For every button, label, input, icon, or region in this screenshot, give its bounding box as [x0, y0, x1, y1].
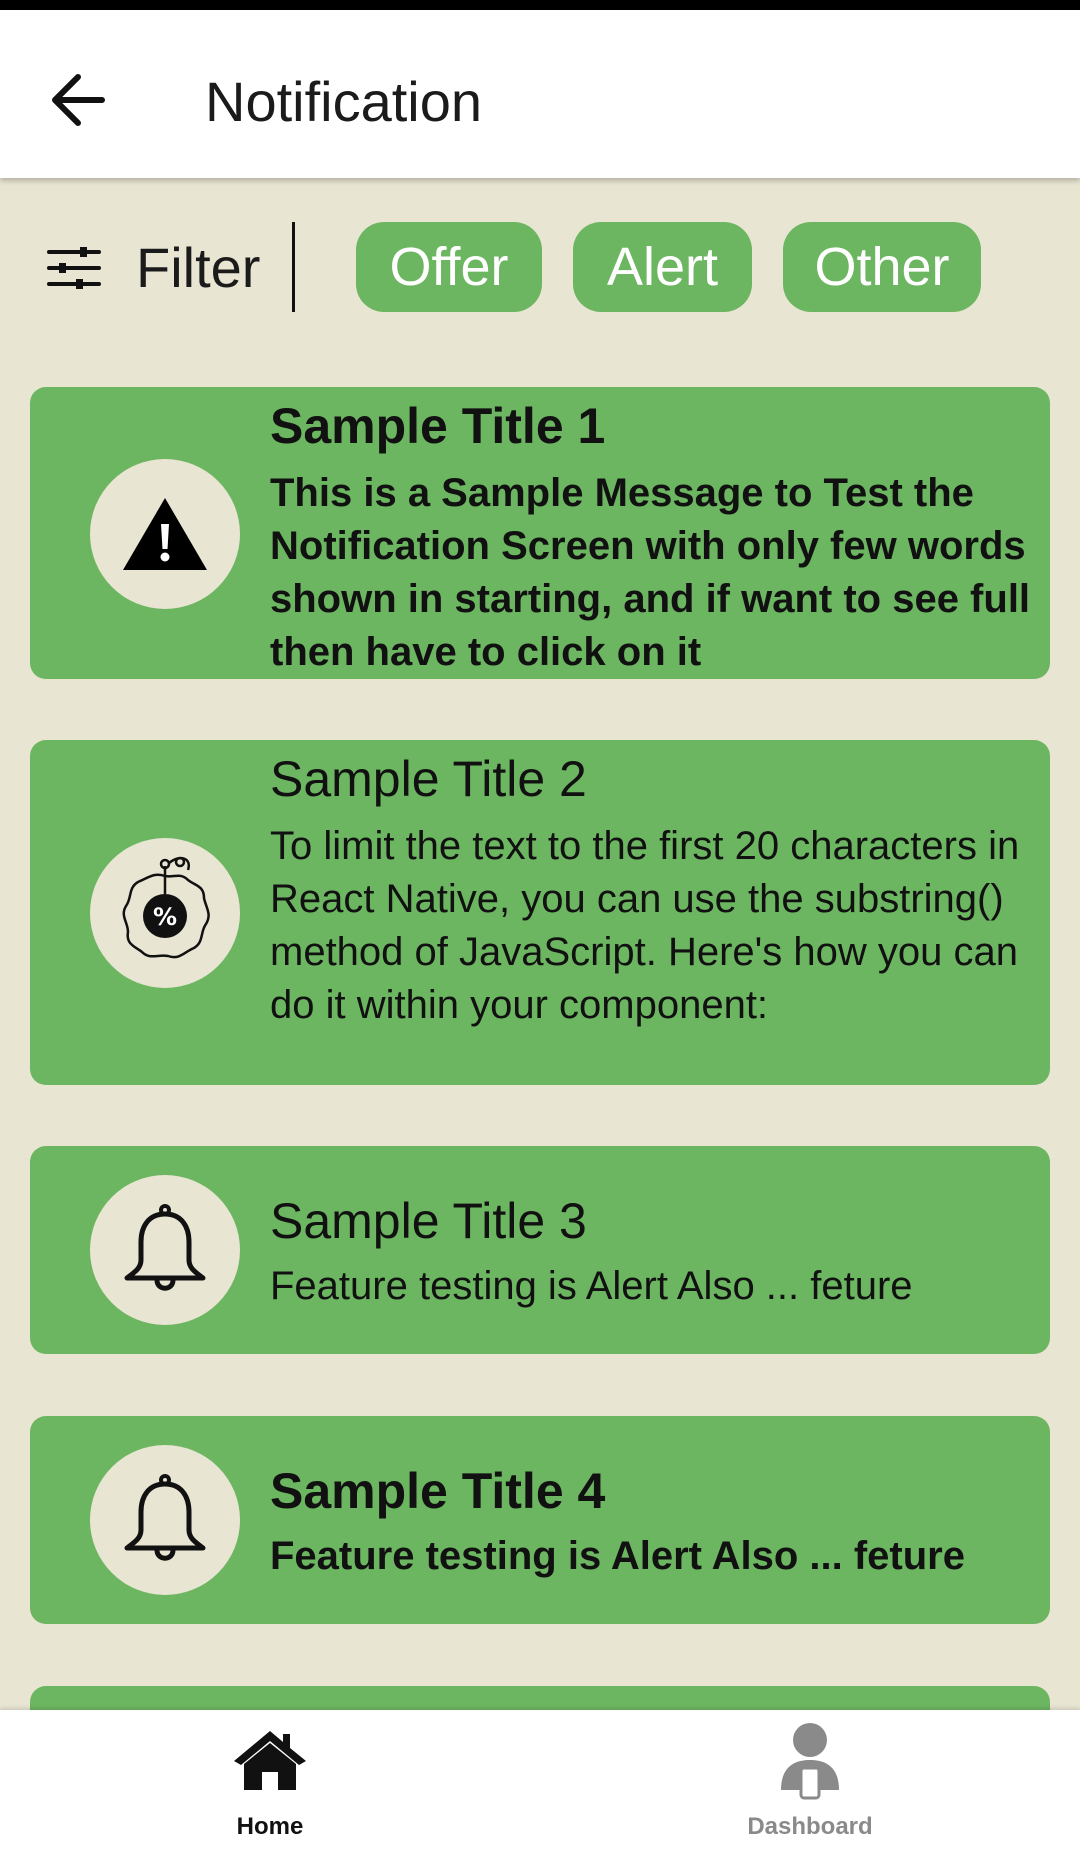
notification-message: Feature testing is Alert Also ... feture [270, 1264, 913, 1308]
notification-icon-circle [90, 459, 240, 609]
status-bar [0, 0, 1080, 10]
notification-title: Sample Title 1 [270, 398, 606, 454]
notification-message: To limit the text to the first 20 charac… [270, 824, 1020, 1027]
notification-title: Sample Title 2 [270, 751, 587, 807]
page-title: Notification [205, 70, 483, 133]
notification-message: Feature testing is Alert Also ... feture [270, 1534, 965, 1578]
bell-icon [124, 1204, 206, 1291]
notification-card[interactable]: Sample Title 3 Feature testing is Alert … [30, 1146, 1050, 1354]
user-device-icon [781, 1723, 839, 1800]
nav-dashboard[interactable]: Dashboard [660, 1710, 960, 1857]
notification-icon-circle: % [90, 838, 240, 988]
svg-text:%: % [153, 903, 177, 931]
chip-offer[interactable]: Offer [356, 222, 542, 312]
notification-card[interactable]: % Sample Title 2 To limit the text to th… [30, 740, 1050, 1085]
notification-card[interactable]: Sample Title 1 This is a Sample Message … [30, 387, 1050, 679]
notification-title: Sample Title 3 [270, 1193, 587, 1249]
filter-bar: Filter Offer Alert Other [0, 222, 1080, 314]
bell-icon [124, 1474, 206, 1561]
chip-other[interactable]: Other [783, 222, 981, 312]
app-header: Notification [0, 10, 1080, 178]
bottom-nav: Home Dashboard [0, 1710, 1080, 1857]
notification-icon-circle [90, 1445, 240, 1595]
warning-icon [123, 498, 207, 570]
back-button[interactable] [40, 60, 120, 140]
notification-title: Sample Title 4 [270, 1463, 606, 1519]
nav-dashboard-label: Dashboard [747, 1813, 873, 1840]
filter-label[interactable]: Filter [136, 230, 260, 306]
notification-message: This is a Sample Message to Test the Not… [270, 471, 1031, 674]
sliders-icon[interactable] [46, 245, 102, 291]
nav-home-label: Home [236, 1813, 304, 1840]
home-icon [234, 1731, 306, 1790]
notification-icon-circle [90, 1175, 240, 1325]
notification-card[interactable]: Sample Title 4 Feature testing is Alert … [30, 1416, 1050, 1624]
filter-divider [292, 222, 295, 312]
discount-tag-icon: % [122, 856, 210, 959]
nav-home[interactable]: Home [120, 1710, 420, 1857]
chip-alert[interactable]: Alert [573, 222, 752, 312]
arrow-left-icon [52, 74, 105, 126]
